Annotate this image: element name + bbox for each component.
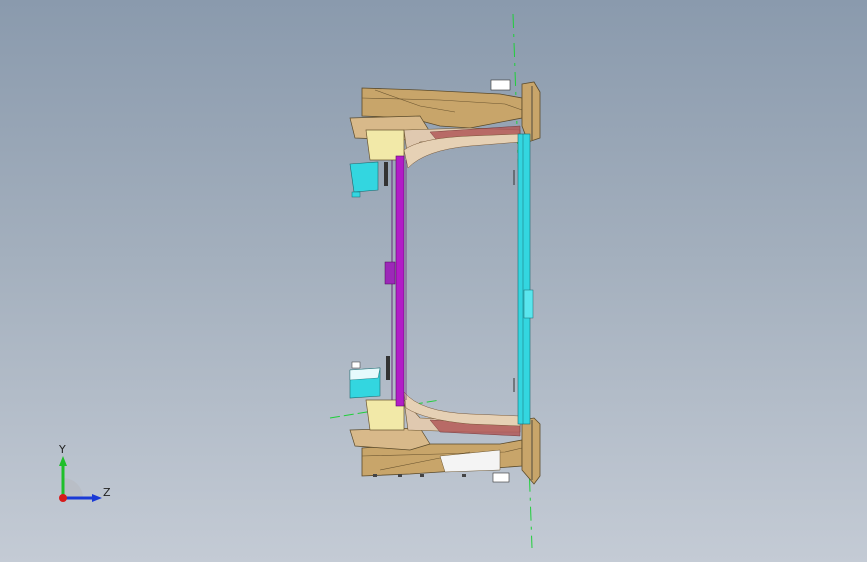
cad-model-scene[interactable]: [0, 0, 867, 562]
triad-z-label: Z: [103, 486, 111, 499]
graphics-viewport[interactable]: Y Z: [0, 0, 867, 562]
lower-bracket-cyan[interactable]: [349, 356, 390, 399]
triad-y-label: Y: [59, 443, 66, 456]
coordinate-triad: Y Z: [48, 440, 118, 510]
cross-member-cyan[interactable]: [513, 133, 534, 425]
upper-bracket-cyan[interactable]: [349, 161, 388, 198]
